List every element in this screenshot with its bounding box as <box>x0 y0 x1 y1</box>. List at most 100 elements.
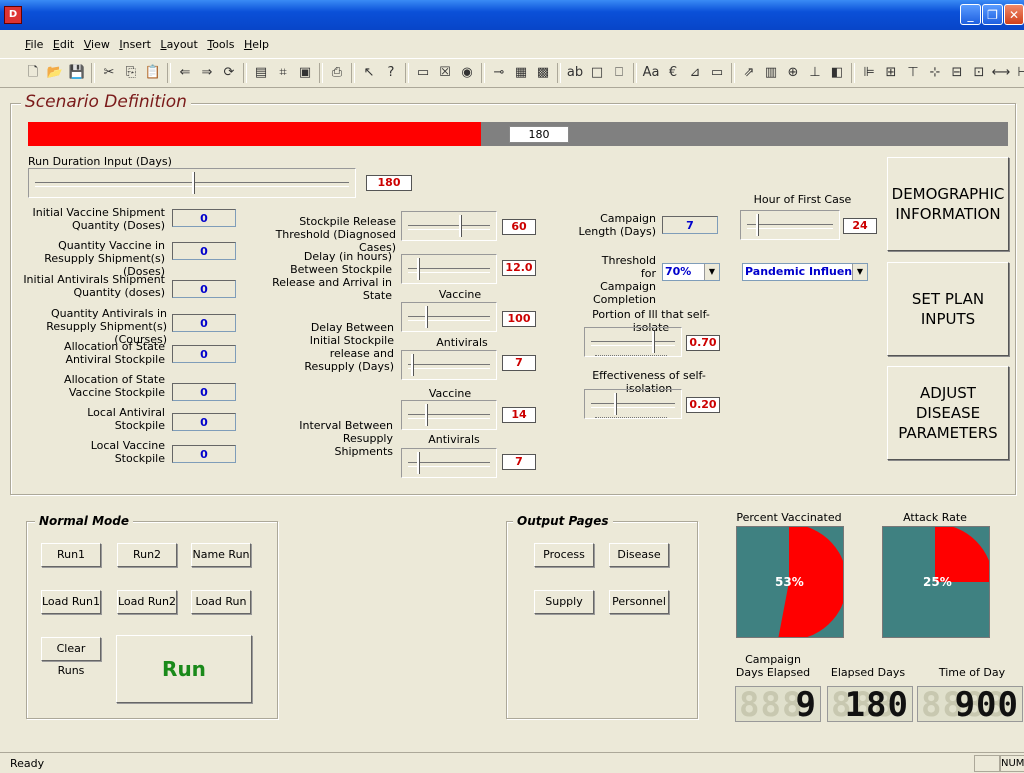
slider-thumb[interactable] <box>408 354 416 376</box>
align-top-icon[interactable]: ⊤ <box>903 63 923 83</box>
load-run-button[interactable]: Load Run <box>191 590 251 614</box>
local-vaccine-value[interactable]: 0 <box>172 445 236 463</box>
properties-icon[interactable]: ▤ <box>251 63 271 83</box>
table-icon[interactable]: ▦ <box>511 63 531 83</box>
menu-edit[interactable]: Edit <box>50 34 77 55</box>
frame-icon[interactable]: ▭ <box>413 63 433 83</box>
menu-layout[interactable]: Layout <box>157 34 200 55</box>
link-icon[interactable]: ⊕ <box>783 63 803 83</box>
help-pointer-icon[interactable]: ↖ <box>359 63 379 83</box>
form-icon[interactable]: ▣ <box>295 63 315 83</box>
menu-tools[interactable]: Tools <box>204 34 237 55</box>
delay-arrival-slider[interactable] <box>401 254 497 284</box>
font-icon[interactable]: Aa <box>641 63 661 83</box>
color-icon[interactable]: € <box>663 63 683 83</box>
slider-thumb[interactable] <box>422 404 430 426</box>
resupply-vaccine-value[interactable]: 0 <box>172 242 236 260</box>
new-file-icon[interactable]: 🗋 <box>23 63 43 83</box>
clear-runs-button[interactable]: Clear Runs <box>41 637 101 677</box>
close-button[interactable]: ✕ <box>1004 4 1024 25</box>
toolbar: 🗋 📂 💾 ✂ ⎘ 📋 ⇐ ⇒ ⟳ ▤ ⌗ ▣ ⎙ ↖? ▭ ☒ ◉ ⊸ ▦ ▩ ab □ ⎕ Aa € ⊿ ▭ ⇗ ▥ ⊕ ⊥ ◧ ⊫ ⊞ ⊤ ⊹ ⊟… <box>0 58 1024 88</box>
initial-vaccine-value[interactable]: 0 <box>172 209 236 227</box>
demographic-information-button[interactable]: DEMOGRAPHIC INFORMATION <box>887 157 1009 251</box>
run2-button[interactable]: Run2 <box>117 543 177 567</box>
copy-icon[interactable]: ⎘ <box>121 63 141 83</box>
help-icon[interactable]: ? <box>381 63 401 83</box>
slider-thumb[interactable] <box>414 258 422 280</box>
stockpile-release-slider[interactable] <box>401 211 497 241</box>
load-run1-button[interactable]: Load Run1 <box>41 590 101 614</box>
resupply-antivirals-value[interactable]: 0 <box>172 314 236 332</box>
personnel-button[interactable]: Personnel <box>609 590 669 614</box>
hour-first-case-slider[interactable] <box>740 210 840 240</box>
align-left-icon[interactable]: ⊫ <box>859 63 879 83</box>
slider-thumb[interactable] <box>753 214 761 236</box>
state-antiviral-value[interactable]: 0 <box>172 345 236 363</box>
cut-icon[interactable]: ✂ <box>99 63 119 83</box>
open-folder-icon[interactable]: 📂 <box>45 63 65 83</box>
slider-thumb[interactable] <box>189 172 197 194</box>
slider-thumb[interactable] <box>649 331 657 353</box>
forward-arrow-icon[interactable]: ⇒ <box>197 63 217 83</box>
spacing-icon[interactable]: ⊟ <box>947 63 967 83</box>
self-isolate-slider[interactable] <box>584 327 682 357</box>
effectiveness-slider[interactable] <box>584 389 682 419</box>
width-icon[interactable]: ⟷ <box>991 63 1011 83</box>
height-icon[interactable]: ⊢ <box>1013 63 1024 83</box>
restore-button[interactable]: ❐ <box>982 4 1003 25</box>
slider-thumb[interactable] <box>414 452 422 474</box>
chevron-down-icon[interactable]: ▼ <box>704 264 719 280</box>
delay-resupply-antivirals-slider[interactable] <box>401 350 497 380</box>
print-icon[interactable]: ⎙ <box>327 63 347 83</box>
chevron-down-icon[interactable]: ▼ <box>852 264 867 280</box>
refresh-icon[interactable]: ⟳ <box>219 63 239 83</box>
state-vaccine-value[interactable]: 0 <box>172 383 236 401</box>
checkbox-icon[interactable]: ☒ <box>435 63 455 83</box>
set-plan-inputs-button[interactable]: SET PLAN INPUTS <box>887 262 1009 356</box>
radio-icon[interactable]: ◉ <box>457 63 477 83</box>
text-box-icon[interactable]: ab <box>565 63 585 83</box>
run-button[interactable]: Run <box>116 635 252 703</box>
menu-insert[interactable]: Insert <box>116 34 154 55</box>
grid-icon[interactable]: ⌗ <box>273 63 293 83</box>
run-duration-slider[interactable] <box>28 168 356 198</box>
back-arrow-icon[interactable]: ⇐ <box>175 63 195 83</box>
rectangle-icon[interactable]: ▭ <box>707 63 727 83</box>
name-run-button[interactable]: Name Run <box>191 543 251 567</box>
align-center-icon[interactable]: ⊹ <box>925 63 945 83</box>
grid-table-icon[interactable]: ▩ <box>533 63 553 83</box>
chart-icon[interactable]: ⊿ <box>685 63 705 83</box>
menu-file[interactable]: File <box>22 34 46 55</box>
image-icon[interactable]: ⎕ <box>609 63 629 83</box>
slider-thumb[interactable] <box>611 393 619 415</box>
load-run2-button[interactable]: Load Run2 <box>117 590 177 614</box>
slider-thumb[interactable] <box>422 306 430 328</box>
initial-antivirals-value[interactable]: 0 <box>172 280 236 298</box>
disease-button[interactable]: Disease <box>609 543 669 567</box>
save-icon[interactable]: 💾 <box>67 63 87 83</box>
keyboard-icon[interactable]: ▥ <box>761 63 781 83</box>
interval-vaccine-slider[interactable] <box>401 400 497 430</box>
line-icon[interactable]: ⊥ <box>805 63 825 83</box>
run1-button[interactable]: Run1 <box>41 543 101 567</box>
interval-antivirals-slider[interactable] <box>401 448 497 478</box>
pointer-icon[interactable]: ⇗ <box>739 63 759 83</box>
process-button[interactable]: Process <box>534 543 594 567</box>
disease-select[interactable]: Pandemic Influenz ▼ <box>742 263 868 281</box>
delay-resupply-vaccine-slider[interactable] <box>401 302 497 332</box>
slider-thumb[interactable] <box>456 215 464 237</box>
panel-icon[interactable]: □ <box>587 63 607 83</box>
layout-icon[interactable]: ◧ <box>827 63 847 83</box>
local-antiviral-value[interactable]: 0 <box>172 413 236 431</box>
slider-icon[interactable]: ⊸ <box>489 63 509 83</box>
paste-icon[interactable]: 📋 <box>143 63 163 83</box>
menu-view[interactable]: View <box>81 34 113 55</box>
threshold-select[interactable]: 70% ▼ <box>662 263 720 281</box>
supply-button[interactable]: Supply <box>534 590 594 614</box>
campaign-length-value[interactable]: 7 <box>662 216 718 234</box>
size-icon[interactable]: ⊡ <box>969 63 989 83</box>
align-grid-icon[interactable]: ⊞ <box>881 63 901 83</box>
adjust-disease-parameters-button[interactable]: ADJUST DISEASE PARAMETERS <box>887 366 1009 460</box>
minimize-button[interactable]: _ <box>960 4 981 25</box>
menu-help[interactable]: Help <box>241 34 272 55</box>
